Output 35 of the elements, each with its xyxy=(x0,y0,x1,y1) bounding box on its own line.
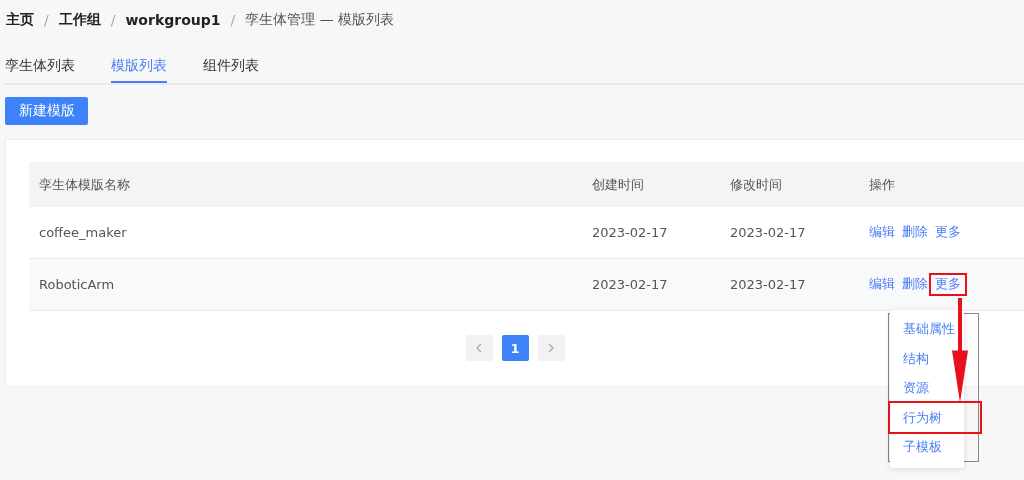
tab[interactable]: 模版列表 xyxy=(111,53,167,83)
action-link[interactable]: 编辑 xyxy=(869,223,895,242)
breadcrumb-separator: / xyxy=(230,12,236,28)
action-link[interactable]: 删除 xyxy=(902,275,928,294)
breadcrumb-separator: / xyxy=(110,12,116,28)
created-date: 2023-02-17 xyxy=(592,225,669,240)
menu-item[interactable]: 资源 xyxy=(901,373,931,403)
new-template-button[interactable]: 新建模版 xyxy=(5,97,88,125)
menu-item[interactable]: 子模板 xyxy=(901,432,944,462)
breadcrumb-current: 孪生体管理 — 模版列表 xyxy=(245,11,395,29)
breadcrumb-link[interactable]: workgroup1 xyxy=(125,12,221,28)
created-date: 2023-02-17 xyxy=(592,277,669,292)
breadcrumb-separator: / xyxy=(44,12,49,28)
chevron-right-icon[interactable] xyxy=(547,342,555,354)
template-name: RoboticArm xyxy=(39,277,116,292)
action-link[interactable]: 更多 xyxy=(935,223,961,242)
action-link[interactable]: 删除 xyxy=(902,223,928,242)
breadcrumb-link[interactable]: 主页 xyxy=(6,11,34,29)
page-button[interactable]: 1 xyxy=(501,335,529,361)
breadcrumb-link[interactable]: 工作组 xyxy=(58,11,101,29)
tab[interactable]: 组件列表 xyxy=(203,53,259,81)
column-header: 创建时间 xyxy=(592,175,645,194)
column-header: 孪生体模版名称 xyxy=(39,175,131,194)
tab[interactable]: 孪生体列表 xyxy=(5,53,75,81)
column-header: 操作 xyxy=(869,175,896,194)
action-link[interactable]: 编辑 xyxy=(869,275,895,294)
chevron-left-icon[interactable] xyxy=(475,342,483,354)
template-name: coffee_maker xyxy=(39,225,128,240)
column-header: 修改时间 xyxy=(730,175,783,194)
menu-item[interactable]: 结构 xyxy=(901,343,931,373)
modified-date: 2023-02-17 xyxy=(730,225,807,240)
menu-item[interactable]: 基础属性 xyxy=(901,314,957,344)
action-link[interactable]: 更多 xyxy=(931,275,965,294)
menu-item[interactable]: 行为树 xyxy=(890,402,980,432)
modified-date: 2023-02-17 xyxy=(730,277,807,292)
